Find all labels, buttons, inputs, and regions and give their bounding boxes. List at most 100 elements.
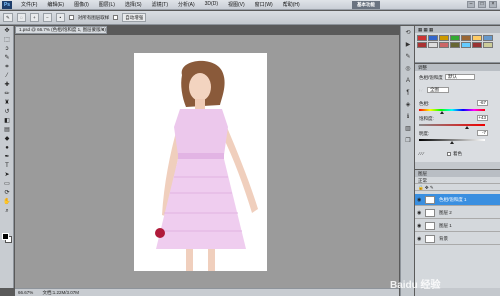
zoom-tool-icon[interactable]: ⌕ [2, 207, 12, 215]
eyedropper-icons[interactable]: ⁄ ⁄ ⁄ [419, 151, 424, 156]
dodge-tool-icon[interactable]: ● [2, 144, 12, 152]
style-swatch[interactable] [417, 42, 427, 48]
hue-slider-thumb[interactable] [440, 111, 444, 114]
foreground-color-swatch[interactable] [2, 233, 9, 240]
new-selection-icon[interactable]: ◌ [16, 13, 26, 22]
layer-row[interactable]: ◉ 背景 [415, 233, 500, 245]
menu-help[interactable]: 帮助(H) [278, 1, 305, 8]
layer-comps-icon[interactable]: ❐ [403, 137, 413, 146]
brush-tool-icon[interactable]: ✏ [2, 90, 12, 98]
healing-tool-icon[interactable]: ✚ [2, 81, 12, 89]
quick-select-tool-icon[interactable]: ✎ [3, 13, 13, 22]
menu-filter[interactable]: 滤镜(T) [147, 1, 173, 8]
style-swatch[interactable] [439, 42, 449, 48]
eye-icon[interactable]: ◉ [417, 223, 421, 229]
eye-icon[interactable]: ◉ [417, 236, 421, 242]
style-swatch[interactable] [417, 35, 427, 41]
history-icon[interactable]: ⟲ [403, 29, 413, 38]
add-to-selection-icon[interactable]: + [29, 13, 39, 22]
type-tool-icon[interactable]: T [2, 162, 12, 170]
hand-adjust-icon[interactable]: ☞ [419, 88, 423, 94]
history-brush-icon[interactable]: ↺ [2, 108, 12, 116]
refine-edge-button[interactable]: 自动增强 [122, 13, 147, 22]
saturation-value[interactable]: +43 [477, 115, 488, 121]
workspace-button[interactable]: 基本功能 [352, 1, 380, 9]
saturation-label: 饱和度: [419, 116, 434, 121]
zoom-level[interactable]: 66.67% [18, 290, 33, 295]
crop-tool-icon[interactable]: ⌗ [2, 63, 12, 71]
gradient-tool-icon[interactable]: ▤ [2, 126, 12, 134]
colorize-checkbox[interactable] [447, 152, 451, 156]
close-document-icon[interactable]: × [101, 27, 104, 33]
layer-row[interactable]: ◉ 图层 1 [415, 220, 500, 232]
options-bar: ✎ ◌ + − • 对所有图层取样 自动增强 [0, 11, 500, 25]
quick-select-icon[interactable]: ✎ [2, 54, 12, 62]
style-swatch[interactable] [472, 42, 482, 48]
maximize-icon[interactable]: □ [478, 1, 486, 8]
styles-tabs[interactable]: ▦ ▦ ▦ [415, 26, 500, 33]
blend-mode-select[interactable]: 正常 [415, 177, 500, 184]
document-tab[interactable]: 1.psd @ 66.7% (色相/饱和度 1, 图层蒙版/8) × [15, 26, 107, 34]
style-swatch[interactable] [428, 42, 438, 48]
saturation-slider-thumb[interactable] [465, 126, 469, 129]
style-swatch[interactable] [461, 42, 471, 48]
menu-image[interactable]: 图像(I) [69, 1, 94, 8]
eye-icon[interactable]: ◉ [417, 210, 421, 216]
paragraph-icon[interactable]: ¶ [403, 89, 413, 98]
marquee-tool-icon[interactable]: ⬚ [2, 36, 12, 44]
hue-value[interactable]: -67 [477, 100, 488, 106]
style-swatch[interactable] [483, 42, 493, 48]
hand-tool-icon[interactable]: ✋ [2, 198, 12, 206]
layer-row[interactable]: ◉ 色相/饱和度 1 [415, 194, 500, 206]
navigator-icon[interactable]: ◈ [403, 101, 413, 110]
minimize-icon[interactable]: – [467, 1, 475, 8]
brush-presets-icon[interactable]: ✎ [403, 53, 413, 62]
path-select-icon[interactable]: ➤ [2, 171, 12, 179]
lightness-value[interactable]: -7 [477, 130, 488, 136]
eraser-tool-icon[interactable]: ◧ [2, 117, 12, 125]
document-title: 1.psd @ 66.7% (色相/饱和度 1, 图层蒙版/8) [19, 27, 106, 32]
menu-view[interactable]: 视图(V) [223, 1, 250, 8]
menu-edit[interactable]: 编辑(E) [42, 1, 69, 8]
stamp-tool-icon[interactable]: ♜ [2, 99, 12, 107]
auto-enhance-checkbox[interactable] [113, 15, 119, 20]
clone-source-icon[interactable]: ◎ [403, 65, 413, 74]
eye-icon[interactable]: ◉ [417, 197, 421, 203]
lasso-tool-icon[interactable]: ↄ [2, 45, 12, 53]
sample-all-layers-checkbox[interactable] [68, 15, 74, 20]
info-icon[interactable]: ℹ [403, 113, 413, 122]
hue-slider-track[interactable] [419, 109, 485, 111]
menu-3d[interactable]: 3D(D) [200, 1, 223, 8]
eyedropper-tool-icon[interactable]: ⁄ [2, 72, 12, 80]
style-swatch[interactable] [450, 42, 460, 48]
style-swatch[interactable] [428, 35, 438, 41]
menu-window[interactable]: 窗口(W) [250, 1, 278, 8]
actions-icon[interactable]: ▶ [403, 41, 413, 50]
close-icon[interactable]: × [489, 1, 497, 8]
layer-row[interactable]: ◉ 图层 2 [415, 207, 500, 219]
subtract-selection-icon[interactable]: − [42, 13, 52, 22]
preset-select[interactable]: 默认 [445, 74, 475, 80]
character-icon[interactable]: A [403, 77, 413, 86]
document-canvas[interactable] [134, 53, 267, 271]
style-swatch[interactable] [439, 35, 449, 41]
menu-layer[interactable]: 图层(L) [94, 1, 120, 8]
move-tool-icon[interactable]: ✥ [2, 27, 12, 35]
shape-tool-icon[interactable]: ▭ [2, 180, 12, 188]
menu-file[interactable]: 文件(F) [16, 1, 42, 8]
menu-select[interactable]: 选择(S) [120, 1, 147, 8]
style-swatch[interactable] [483, 35, 493, 41]
3d-tool-icon[interactable]: ⟳ [2, 189, 12, 197]
lightness-slider-thumb[interactable] [450, 141, 454, 144]
model-photo [155, 60, 258, 271]
brush-size-icon[interactable]: • [55, 13, 65, 22]
blur-tool-icon[interactable]: ◆ [2, 135, 12, 143]
saturation-slider-track[interactable] [419, 124, 485, 126]
style-swatch[interactable] [472, 35, 482, 41]
channel-select[interactable]: 全图 [427, 87, 449, 93]
pen-tool-icon[interactable]: ✒ [2, 153, 12, 161]
style-swatch[interactable] [450, 35, 460, 41]
histogram-icon[interactable]: ▥ [403, 125, 413, 134]
style-swatch[interactable] [461, 35, 471, 41]
menu-analysis[interactable]: 分析(A) [173, 1, 200, 8]
